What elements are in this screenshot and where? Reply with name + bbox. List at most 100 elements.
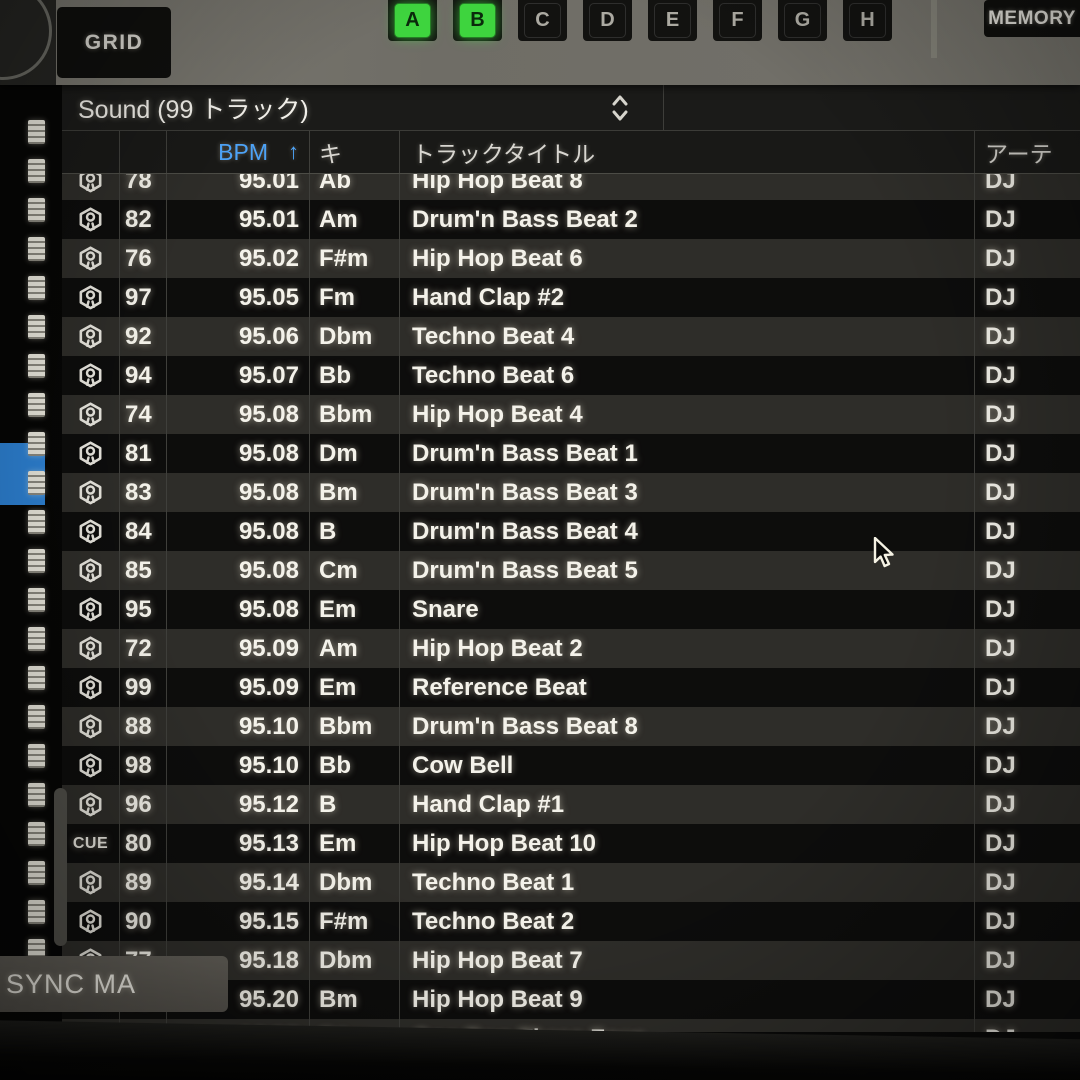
track-icon-cell <box>62 863 120 902</box>
hot-cue-bank-button-h[interactable]: H <box>843 0 892 41</box>
title-cell: Techno Beat 6 <box>400 356 975 395</box>
title-cell: Hip Hop Beat 10 <box>400 824 975 863</box>
hot-cue-bank-button-g[interactable]: G <box>778 0 827 41</box>
table-row[interactable]: 9095.15F#mTechno Beat 2DJ <box>62 902 1080 941</box>
key-cell: Em <box>310 590 400 629</box>
bpm-cell: 95.07 <box>167 356 310 395</box>
rekordbox-track-icon <box>77 674 104 701</box>
table-row[interactable]: 8995.14DbmTechno Beat 1DJ <box>62 863 1080 902</box>
hot-cue-bank-button-e[interactable]: E <box>648 0 697 41</box>
table-row[interactable]: 9495.07BbTechno Beat 6DJ <box>62 356 1080 395</box>
table-row[interactable]: 9295.06DbmTechno Beat 4DJ <box>62 317 1080 356</box>
table-row[interactable]: 7895.01AbHip Hop Beat 8DJ <box>62 174 1080 200</box>
cue-marker: CUE <box>62 824 120 863</box>
bpm-cell: 95.09 <box>167 629 310 668</box>
key-cell: Bbm <box>310 707 400 746</box>
bpm-cell: 95.12 <box>167 785 310 824</box>
bank-letter: A <box>394 3 431 38</box>
artist-cell: DJ <box>975 746 1080 785</box>
track-number-cell: 80 <box>120 824 167 863</box>
track-number-cell: 81 <box>120 434 167 473</box>
screen-area: SYNC MA Sound (99 トラック) BPM ↑ <box>0 85 1080 1080</box>
rekordbox-track-icon <box>77 284 104 311</box>
bpm-cell: 95.08 <box>167 512 310 551</box>
deck-strip-marker <box>28 822 45 846</box>
table-row[interactable]: 9795.05FmHand Clap #2DJ <box>62 278 1080 317</box>
table-row[interactable]: 8395.08BmDrum'n Bass Beat 3DJ <box>62 473 1080 512</box>
artist-cell: DJ <box>975 902 1080 941</box>
track-icon-cell <box>62 473 120 512</box>
track-icon-cell <box>62 239 120 278</box>
deck-strip-marker <box>28 588 45 612</box>
deck-strip-marker <box>28 900 45 924</box>
bpm-cell: 95.08 <box>167 551 310 590</box>
artist-cell: DJ <box>975 629 1080 668</box>
rekordbox-track-icon <box>77 174 104 194</box>
sync-master-button[interactable]: SYNC MA <box>0 956 228 1012</box>
key-cell: Em <box>310 668 400 707</box>
title-cell: Drum'n Bass Beat 1 <box>400 434 975 473</box>
table-row[interactable]: 9895.10BbCow BellDJ <box>62 746 1080 785</box>
table-row[interactable]: 9995.09EmReference BeatDJ <box>62 668 1080 707</box>
rekordbox-track-icon <box>77 908 104 935</box>
hot-cue-bank-buttons: ABCDEFGH <box>388 0 892 41</box>
track-icon-cell <box>62 434 120 473</box>
key-cell: Cm <box>310 551 400 590</box>
hot-cue-bank-button-a[interactable]: A <box>388 0 437 41</box>
table-row[interactable]: 8195.08DmDrum'n Bass Beat 1DJ <box>62 434 1080 473</box>
table-row[interactable]: 9695.12BHand Clap #1DJ <box>62 785 1080 824</box>
track-number-cell: 78 <box>120 174 167 200</box>
table-row[interactable]: 8895.10BbmDrum'n Bass Beat 8DJ <box>62 707 1080 746</box>
title-cell: Hand Clap #1 <box>400 785 975 824</box>
scrollbar-thumb[interactable] <box>54 788 67 946</box>
grid-button[interactable]: GRID <box>57 7 171 78</box>
title-cell: Hip Hop Beat 4 <box>400 395 975 434</box>
rekordbox-track-icon <box>77 635 104 662</box>
rekordbox-track-icon <box>77 206 104 233</box>
title-cell: Hip Hop Beat 9 <box>400 980 975 1019</box>
track-list: 7895.01AbHip Hop Beat 8DJ8295.01AmDrum'n… <box>62 174 1080 1032</box>
table-row[interactable]: 8495.08BDrum'n Bass Beat 4DJ <box>62 512 1080 551</box>
column-header-title[interactable]: トラックタイトル <box>400 131 975 173</box>
artist-cell: DJ <box>975 785 1080 824</box>
table-row[interactable]: 7495.08BbmHip Hop Beat 4DJ <box>62 395 1080 434</box>
artist-cell: DJ <box>975 551 1080 590</box>
playlist-selector[interactable]: Sound (99 トラック) <box>62 85 1080 131</box>
key-cell: Dbm <box>310 317 400 356</box>
rekordbox-track-icon <box>77 440 104 467</box>
column-header-key[interactable]: キ <box>310 131 400 173</box>
column-header-number[interactable] <box>120 131 167 173</box>
table-row[interactable]: 8295.01AmDrum'n Bass Beat 2DJ <box>62 200 1080 239</box>
key-cell: B <box>310 512 400 551</box>
column-header-bpm[interactable]: BPM ↑ <box>167 131 310 173</box>
track-icon-cell <box>62 668 120 707</box>
hot-cue-bank-button-d[interactable]: D <box>583 0 632 41</box>
hot-cue-bank-button-c[interactable]: C <box>518 0 567 41</box>
track-number-cell: 84 <box>120 512 167 551</box>
artist-cell: DJ <box>975 980 1080 1019</box>
table-row[interactable]: 9595.08EmSnareDJ <box>62 590 1080 629</box>
hot-cue-bank-button-b[interactable]: B <box>453 0 502 41</box>
grid-button-label: GRID <box>85 31 144 55</box>
deck-strip-marker <box>28 432 45 456</box>
column-header-artist[interactable]: アーテ <box>975 131 1080 173</box>
track-browser: Sound (99 トラック) BPM ↑ キ トラックタイトル <box>62 85 1080 1080</box>
table-row[interactable]: 8595.08CmDrum'n Bass Beat 5DJ <box>62 551 1080 590</box>
key-cell: Dbm <box>310 941 400 980</box>
track-number-cell: 90 <box>120 902 167 941</box>
table-row[interactable]: CUE8095.13EmHip Hop Beat 10DJ <box>62 824 1080 863</box>
track-icon-cell <box>62 317 120 356</box>
rekordbox-track-icon <box>77 401 104 428</box>
table-row[interactable]: 7295.09AmHip Hop Beat 2DJ <box>62 629 1080 668</box>
bpm-cell: 95.08 <box>167 473 310 512</box>
hot-cue-bank-button-f[interactable]: F <box>713 0 762 41</box>
bpm-header-label: BPM <box>218 139 268 166</box>
key-cell: F#m <box>310 902 400 941</box>
table-row[interactable]: 7695.02F#mHip Hop Beat 6DJ <box>62 239 1080 278</box>
memory-button[interactable]: MEMORY <box>984 0 1080 37</box>
title-cell: Snare <box>400 590 975 629</box>
artist-cell: DJ <box>975 707 1080 746</box>
track-icon-cell <box>62 356 120 395</box>
bpm-cell: 95.02 <box>167 239 310 278</box>
deck-strip-marker <box>28 315 45 339</box>
